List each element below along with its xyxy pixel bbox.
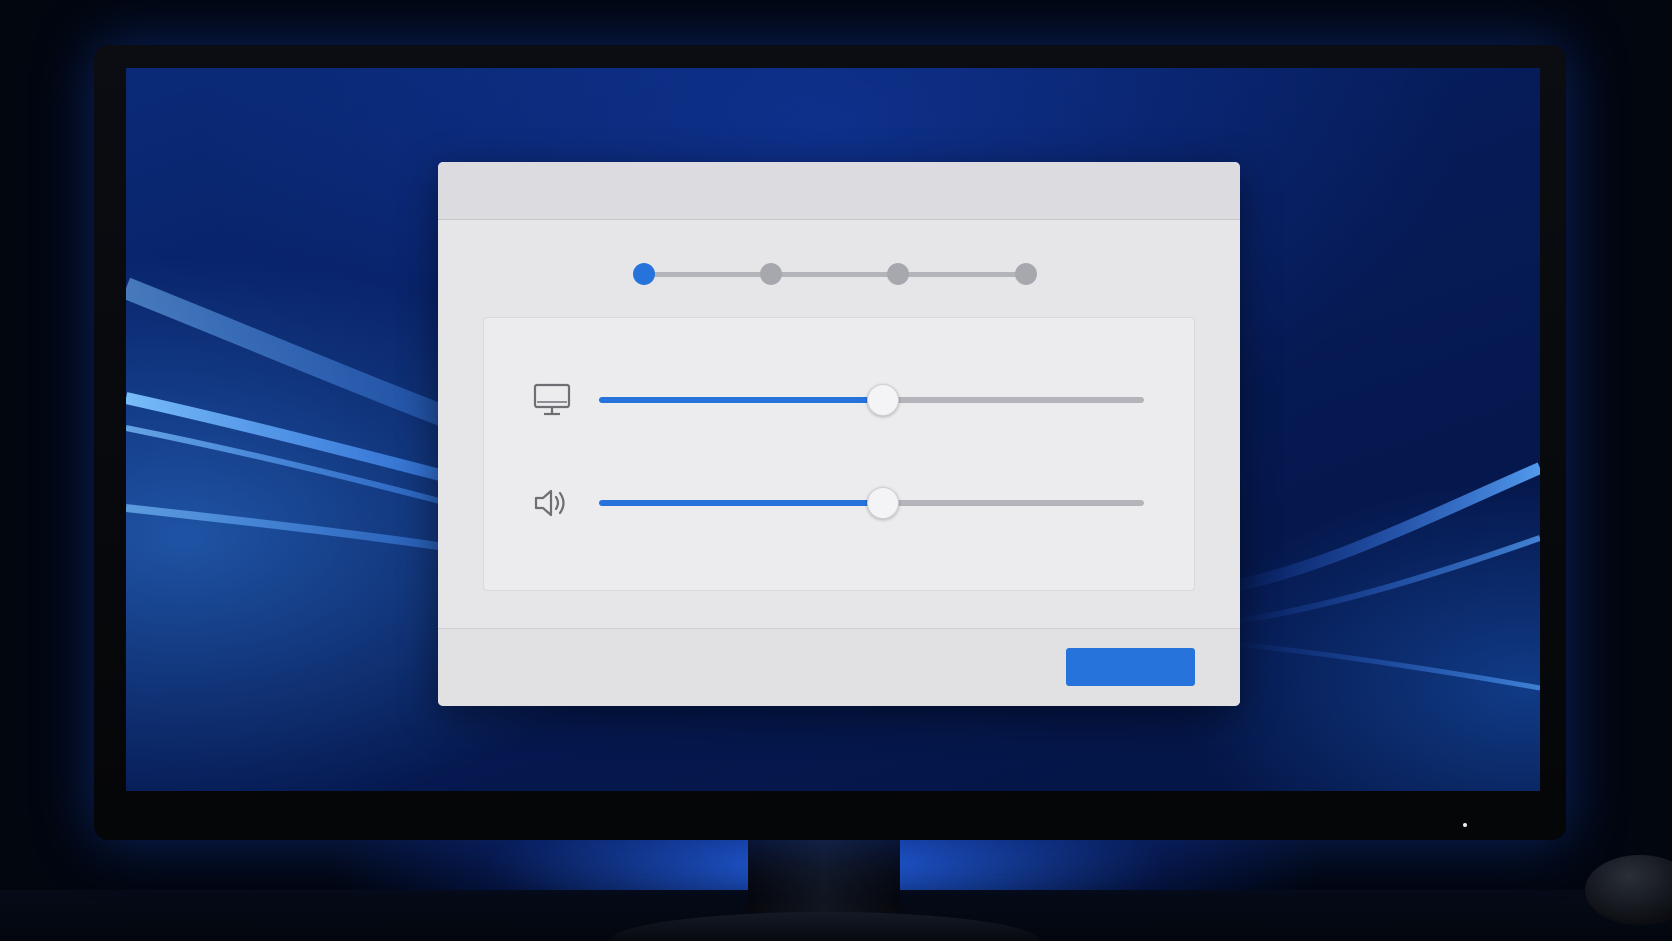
display-brightness-row: [484, 370, 1194, 430]
power-indicator-light: [1463, 823, 1467, 827]
settings-dialog: [438, 162, 1240, 706]
display-slider[interactable]: [599, 384, 1144, 416]
photo-scene: [0, 0, 1672, 941]
display-slider-fill: [599, 397, 883, 403]
monitor-icon: [533, 383, 571, 416]
display-slider-thumb[interactable]: [867, 384, 900, 416]
step-indicator-4[interactable]: [1015, 263, 1037, 285]
volume-slider-thumb[interactable]: [867, 487, 900, 519]
speaker-icon: [534, 489, 565, 517]
progress-stepper: [438, 219, 1240, 319]
dialog-title-bar[interactable]: [438, 162, 1240, 220]
primary-action-button[interactable]: [1066, 648, 1195, 686]
stepper-connector-line: [644, 272, 1026, 277]
settings-panel: [483, 317, 1195, 591]
volume-row: [484, 473, 1194, 533]
step-indicator-1[interactable]: [633, 263, 655, 285]
step-indicator-2[interactable]: [760, 263, 782, 285]
step-indicator-3[interactable]: [887, 263, 909, 285]
volume-slider[interactable]: [599, 487, 1144, 519]
dialog-footer: [438, 628, 1240, 706]
volume-slider-fill: [599, 500, 883, 506]
